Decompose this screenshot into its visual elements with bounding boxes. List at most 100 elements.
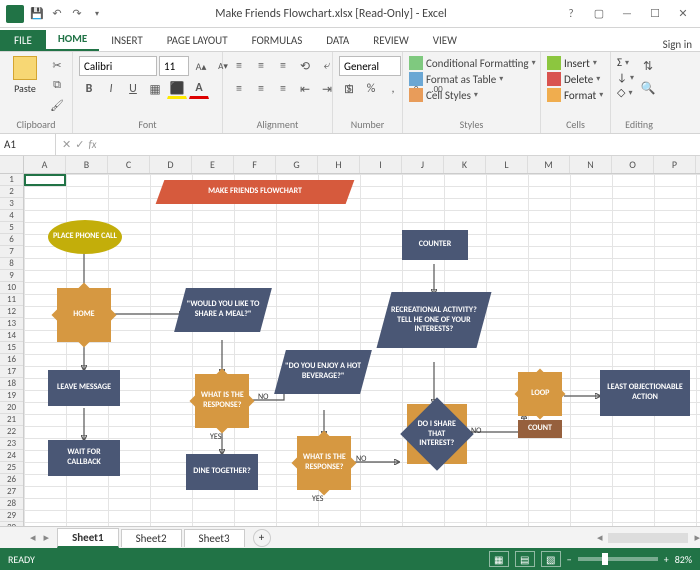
tab-data[interactable]: DATA: [314, 30, 361, 51]
row-header[interactable]: 23: [0, 438, 23, 450]
zoom-in-icon[interactable]: +: [664, 553, 669, 566]
page-layout-view-icon[interactable]: ▤: [515, 551, 535, 567]
zoom-out-icon[interactable]: −: [567, 553, 572, 566]
tab-file[interactable]: FILE: [0, 30, 46, 51]
sheet-tab-1[interactable]: Sheet1: [57, 528, 119, 548]
align-right-icon[interactable]: ≡: [273, 79, 293, 99]
horizontal-scroll-right-icon[interactable]: ▸: [694, 531, 700, 544]
clear-button[interactable]: ◇▾: [617, 86, 634, 99]
maximize-icon[interactable]: ☐: [642, 4, 668, 24]
decrease-indent-icon[interactable]: ⇤: [295, 79, 315, 99]
row-header[interactable]: 17: [0, 366, 23, 378]
comma-icon[interactable]: ,: [383, 79, 403, 99]
insert-cells-button[interactable]: Insert▾: [547, 56, 603, 70]
row-header[interactable]: 21: [0, 414, 23, 426]
ribbon-options-icon[interactable]: ▢: [586, 4, 612, 24]
row-header[interactable]: 5: [0, 222, 23, 234]
col-header[interactable]: B: [66, 156, 108, 173]
align-middle-icon[interactable]: ≡: [251, 56, 271, 76]
row-header[interactable]: 1: [0, 174, 23, 186]
sign-in-link[interactable]: Sign in: [663, 38, 692, 51]
format-painter-icon[interactable]: 🖌: [48, 96, 66, 114]
row-header[interactable]: 6: [0, 234, 23, 246]
close-icon[interactable]: ✕: [670, 4, 696, 24]
row-header[interactable]: 27: [0, 486, 23, 498]
row-header[interactable]: 30: [0, 522, 23, 526]
font-color-icon[interactable]: A: [189, 79, 209, 99]
col-header[interactable]: E: [192, 156, 234, 173]
cancel-formula-icon[interactable]: ✕: [62, 138, 71, 151]
tab-formulas[interactable]: FORMULAS: [240, 30, 315, 51]
undo-icon[interactable]: ↶: [50, 7, 64, 21]
font-name-select[interactable]: [79, 56, 157, 76]
align-top-icon[interactable]: ≡: [229, 56, 249, 76]
bold-icon[interactable]: B: [79, 79, 99, 99]
italic-icon[interactable]: I: [101, 79, 121, 99]
minimize-icon[interactable]: —: [614, 4, 640, 24]
row-header[interactable]: 25: [0, 462, 23, 474]
sheet-nav-next-icon[interactable]: ▸: [44, 531, 50, 544]
row-header[interactable]: 19: [0, 390, 23, 402]
row-header[interactable]: 20: [0, 402, 23, 414]
conditional-formatting-button[interactable]: Conditional Formatting▾: [409, 56, 536, 70]
row-header[interactable]: 28: [0, 498, 23, 510]
tab-review[interactable]: REVIEW: [361, 30, 421, 51]
col-header[interactable]: C: [108, 156, 150, 173]
row-header[interactable]: 3: [0, 198, 23, 210]
row-header[interactable]: 16: [0, 354, 23, 366]
row-header[interactable]: 26: [0, 474, 23, 486]
row-header[interactable]: 2: [0, 186, 23, 198]
row-header[interactable]: 10: [0, 282, 23, 294]
copy-icon[interactable]: ⧉: [48, 76, 66, 94]
name-box[interactable]: A1: [0, 134, 56, 155]
cut-icon[interactable]: ✂: [48, 56, 66, 74]
row-header[interactable]: 15: [0, 342, 23, 354]
cell-styles-button[interactable]: Cell Styles▾: [409, 88, 536, 102]
sheet-nav-prev-icon[interactable]: ◂: [30, 531, 36, 544]
row-header[interactable]: 4: [0, 210, 23, 222]
tab-home[interactable]: HOME: [46, 28, 99, 51]
row-header[interactable]: 8: [0, 258, 23, 270]
underline-icon[interactable]: U: [123, 79, 143, 99]
font-size-select[interactable]: [159, 56, 189, 76]
formula-bar[interactable]: [103, 134, 700, 155]
row-headers[interactable]: 1234567891011121314151617181920212223242…: [0, 174, 24, 526]
tab-page-layout[interactable]: PAGE LAYOUT: [155, 30, 240, 51]
sheet-tab-3[interactable]: Sheet3: [184, 529, 245, 547]
column-headers[interactable]: ABCDEFGHIJKLMNOP: [24, 156, 700, 174]
col-header[interactable]: P: [654, 156, 696, 173]
border-icon[interactable]: ▦: [145, 79, 165, 99]
normal-view-icon[interactable]: ▦: [489, 551, 509, 567]
align-left-icon[interactable]: ≡: [229, 79, 249, 99]
row-header[interactable]: 12: [0, 306, 23, 318]
col-header[interactable]: J: [402, 156, 444, 173]
zoom-level[interactable]: 82%: [675, 553, 692, 566]
horizontal-scroll-left-icon[interactable]: ◂: [597, 531, 603, 544]
col-header[interactable]: F: [234, 156, 276, 173]
tab-insert[interactable]: INSERT: [99, 30, 155, 51]
number-format-select[interactable]: [339, 56, 401, 76]
col-header[interactable]: L: [486, 156, 528, 173]
row-header[interactable]: 24: [0, 450, 23, 462]
find-select-icon[interactable]: 🔍: [638, 78, 658, 98]
currency-icon[interactable]: $: [339, 79, 359, 99]
align-center-icon[interactable]: ≡: [251, 79, 271, 99]
align-bottom-icon[interactable]: ≡: [273, 56, 293, 76]
help-icon[interactable]: ?: [558, 4, 584, 24]
orientation-icon[interactable]: ⟲: [295, 56, 315, 76]
format-as-table-button[interactable]: Format as Table▾: [409, 72, 536, 86]
redo-icon[interactable]: ↷: [70, 7, 84, 21]
row-header[interactable]: 18: [0, 378, 23, 390]
col-header[interactable]: A: [24, 156, 66, 173]
qat-dropdown-icon[interactable]: ▾: [90, 7, 104, 21]
row-header[interactable]: 14: [0, 330, 23, 342]
col-header[interactable]: I: [360, 156, 402, 173]
increase-font-icon[interactable]: A▴: [191, 56, 211, 76]
fill-button[interactable]: ↓▾: [617, 71, 634, 84]
sheet-tab-2[interactable]: Sheet2: [121, 529, 182, 547]
autosum-button[interactable]: Σ▾: [617, 56, 634, 69]
percent-icon[interactable]: %: [361, 79, 381, 99]
col-header[interactable]: G: [276, 156, 318, 173]
row-header[interactable]: 9: [0, 270, 23, 282]
row-header[interactable]: 13: [0, 318, 23, 330]
